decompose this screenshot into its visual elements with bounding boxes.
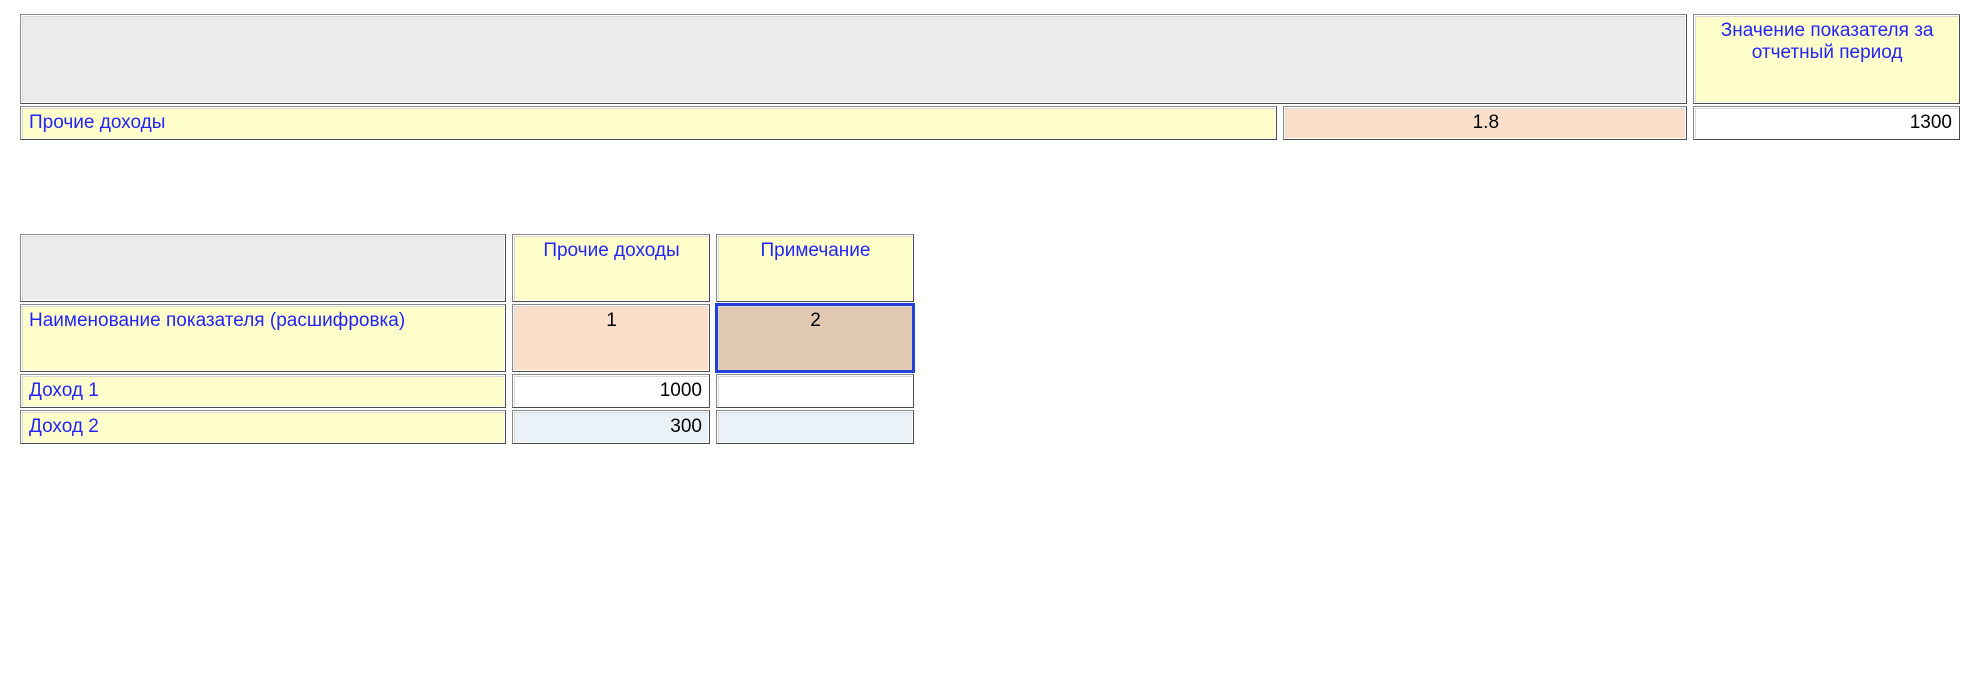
detail-row-col2-cell[interactable] <box>716 410 914 444</box>
summary-row-label: Прочие доходы <box>22 108 1275 138</box>
detail-subheader-col1-cell[interactable]: 1 <box>512 304 710 372</box>
detail-subheader-label-cell[interactable]: Наименование показателя (расшифровка) <box>20 304 506 372</box>
detail-row-col1: 1000 <box>514 376 708 406</box>
summary-row-index: 1.8 <box>1285 108 1685 138</box>
detail-row-col1: 300 <box>514 412 708 442</box>
detail-header-col1: Прочие доходы <box>512 234 710 302</box>
summary-header-row: Значение показателя за отчетный период <box>20 14 1960 104</box>
summary-header-value: Значение показателя за отчетный период <box>1693 14 1960 104</box>
detail-row-label: Доход 1 <box>22 376 504 406</box>
summary-row-label-cell[interactable]: Прочие доходы <box>20 106 1277 140</box>
detail-row-label-cell[interactable]: Доход 1 <box>20 374 506 408</box>
detail-subheader-row: Наименование показателя (расшифровка) 1 … <box>20 304 914 372</box>
summary-row-value-cell[interactable]: 1300 <box>1693 106 1960 140</box>
detail-row-label-cell[interactable]: Доход 2 <box>20 410 506 444</box>
detail-subheader-col2-cell[interactable]: 2 <box>716 304 914 372</box>
detail-row-col2 <box>718 376 912 406</box>
summary-row-index-cell[interactable]: 1.8 <box>1283 106 1687 140</box>
detail-subheader-label: Наименование показателя (расшифровка) <box>22 306 504 370</box>
detail-row-col1-cell[interactable]: 300 <box>512 410 710 444</box>
detail-row-label: Доход 2 <box>22 412 504 442</box>
summary-data-row: Прочие доходы 1.8 1300 <box>20 106 1960 140</box>
detail-row-col2-cell[interactable] <box>716 374 914 408</box>
detail-header-col2: Примечание <box>716 234 914 302</box>
detail-subheader-col2: 2 <box>718 306 912 370</box>
summary-header-blank <box>20 14 1687 104</box>
detail-row-col2 <box>718 412 912 442</box>
table-row: Доход 2 300 <box>20 410 914 444</box>
summary-row-value: 1300 <box>1695 108 1958 138</box>
detail-subheader-col1: 1 <box>514 306 708 370</box>
detail-header-blank <box>20 234 506 302</box>
detail-row-col1-cell[interactable]: 1000 <box>512 374 710 408</box>
detail-header-row: Прочие доходы Примечание <box>20 234 914 302</box>
table-row: Доход 1 1000 <box>20 374 914 408</box>
detail-table: Прочие доходы Примечание Наименование по… <box>14 232 920 446</box>
summary-table: Значение показателя за отчетный период П… <box>14 12 1966 142</box>
